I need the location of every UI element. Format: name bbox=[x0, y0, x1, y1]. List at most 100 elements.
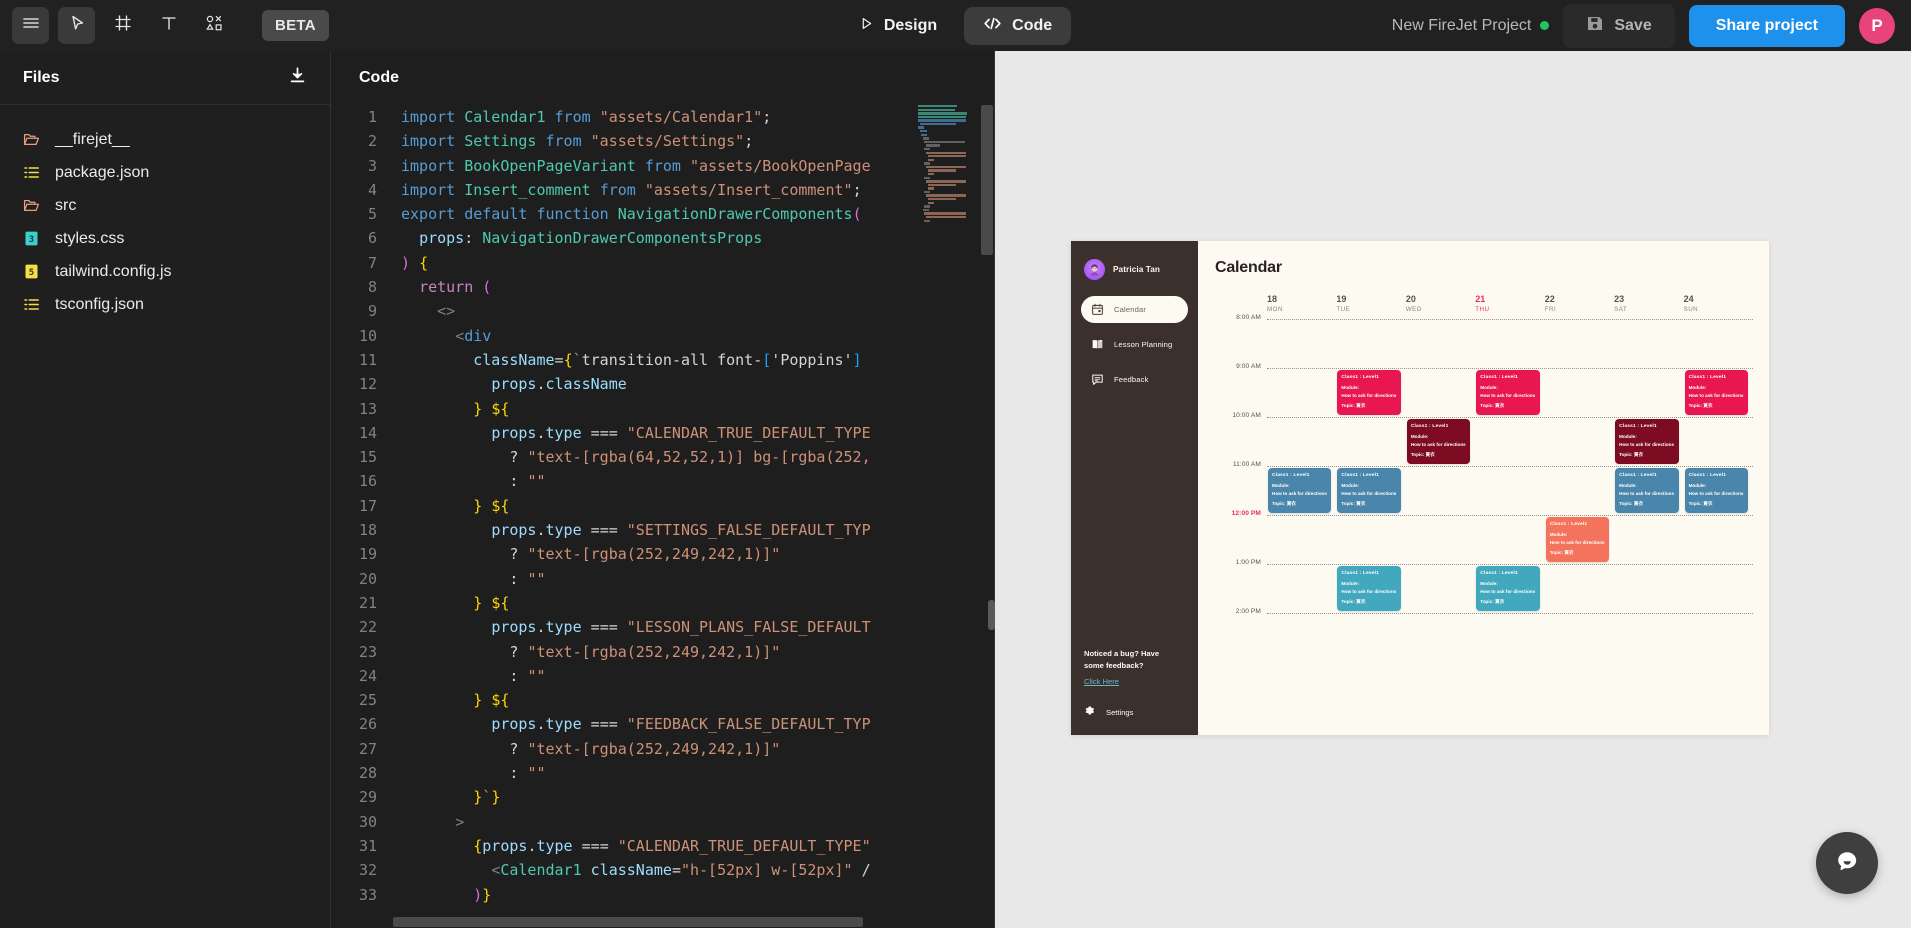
beta-badge[interactable]: BETA bbox=[262, 10, 329, 41]
event-title: Class1 : Level1 bbox=[1341, 374, 1380, 380]
code-line: 33 )} bbox=[331, 883, 994, 907]
code-line-text: import Settings from "assets/Settings"; bbox=[401, 132, 754, 151]
drawer-item-calendar[interactable]: Calendar bbox=[1081, 296, 1188, 323]
event-module-value: How to ask for directions bbox=[1619, 490, 1675, 496]
download-button[interactable] bbox=[288, 66, 307, 90]
file-item-tailwind-config-js[interactable]: 5 tailwind.config.js bbox=[0, 255, 330, 288]
save-button[interactable]: Save bbox=[1563, 3, 1675, 48]
file-item-styles-css[interactable]: 3 styles.css bbox=[0, 222, 330, 255]
code-horizontal-scroll-thumb[interactable] bbox=[393, 917, 863, 927]
calendar-event[interactable]: Class1 : Level1 Module: How to ask for dir… bbox=[1545, 516, 1610, 562]
code-line-number: 16 bbox=[358, 472, 377, 491]
calendar-event[interactable]: Class1 : Level1 Module: How to ask for dir… bbox=[1476, 565, 1540, 611]
code-horizontal-scrollbar[interactable] bbox=[331, 916, 980, 928]
event-module-value: How to ask for directions bbox=[1688, 490, 1744, 496]
code-line: 6 props: NavigationDrawerComponentsProps bbox=[331, 226, 994, 250]
text-tool-button[interactable] bbox=[150, 7, 187, 44]
calendar-event[interactable]: Class1 : Level1 Module: How to ask for dir… bbox=[1684, 467, 1748, 513]
code-editor[interactable]: 1 import Calendar1 from "assets/Calendar1… bbox=[331, 105, 994, 928]
event-topic: Topic: 買衣 bbox=[1480, 598, 1505, 604]
day-name: SAT bbox=[1614, 306, 1628, 313]
hamburger-menu-icon bbox=[21, 13, 41, 38]
code-line: 1 import Calendar1 from "assets/Calendar1… bbox=[331, 105, 994, 129]
calendar-grid[interactable]: 18 MON 19 TUE 20 WED 21 THU 22 FRI 23 SAT 24 SUN 8:00 … bbox=[1215, 293, 1753, 729]
event-title: Class1 : Level1 bbox=[1480, 570, 1518, 576]
day-header-tue[interactable]: 19 TUE bbox=[1336, 293, 1406, 315]
project-name[interactable]: New FireJet Project bbox=[1392, 17, 1550, 35]
tab-code[interactable]: Code bbox=[964, 6, 1072, 45]
file-item-label: styles.css bbox=[55, 229, 125, 247]
drawer-item-feedback[interactable]: Feedback bbox=[1081, 366, 1188, 393]
components-tool-button[interactable] bbox=[196, 7, 233, 44]
file-item--firejet-[interactable]: __firejet__ bbox=[0, 123, 330, 156]
code-line: 12 props.className bbox=[331, 372, 994, 396]
file-item-src[interactable]: src bbox=[0, 189, 330, 222]
cursor-select-button[interactable] bbox=[58, 7, 95, 44]
calendar-event[interactable]: Class1 : Level1 Module: How to ask for dir… bbox=[1615, 418, 1679, 464]
calendar-event[interactable]: Class1 : Level1 Module: How to ask for dir… bbox=[1337, 467, 1401, 513]
event-module-label: Module: bbox=[1619, 434, 1637, 439]
event-title: Class1 : Level1 bbox=[1272, 472, 1310, 478]
drawer-item-lesson-planning[interactable]: Lesson Planning bbox=[1081, 331, 1188, 358]
avatar[interactable]: P bbox=[1859, 7, 1895, 44]
calendar-event[interactable]: Class1 : Level1 Module: How to ask for dir… bbox=[1684, 369, 1748, 415]
day-header-sat[interactable]: 23 SAT bbox=[1614, 293, 1684, 315]
code-line: 5 export default function NavigationDrawe… bbox=[331, 202, 994, 226]
code-line-number: 10 bbox=[358, 326, 377, 345]
code-line-text: : "" bbox=[509, 764, 546, 783]
calendar-event[interactable]: Class1 : Level1 Module: How to ask for dir… bbox=[1615, 467, 1679, 513]
components-icon bbox=[204, 13, 225, 39]
day-header-fri[interactable]: 22 FRI bbox=[1545, 293, 1615, 315]
panel-resize-handle[interactable] bbox=[988, 600, 995, 630]
calendar-event[interactable]: Class1 : Level1 Module: How to ask for dir… bbox=[1268, 467, 1332, 513]
event-topic: Topic: 買衣 bbox=[1341, 598, 1366, 604]
hour-gridline bbox=[1267, 564, 1753, 565]
tab-design[interactable]: Design bbox=[840, 7, 956, 45]
drawer-item-settings[interactable]: Settings bbox=[1084, 703, 1190, 721]
calendar-event[interactable]: Class1 : Level1 Module: How to ask for dir… bbox=[1476, 369, 1540, 415]
hour-gridline bbox=[1267, 515, 1753, 516]
event-module-value: How to ask for directions bbox=[1410, 441, 1466, 447]
code-line-number: 3 bbox=[367, 156, 377, 175]
code-line-number: 2 bbox=[367, 132, 377, 151]
code-line-number: 9 bbox=[367, 302, 377, 321]
frame-tool-button[interactable] bbox=[104, 7, 141, 44]
day-header-wed[interactable]: 20 WED bbox=[1406, 293, 1476, 315]
share-project-button[interactable]: Share project bbox=[1688, 4, 1845, 47]
cursor-select-icon bbox=[67, 13, 87, 38]
calendar-event[interactable]: Class1 : Level1 Module: How to ask for dir… bbox=[1406, 418, 1471, 464]
calendar-event[interactable]: Class1 : Level1 Module: How to ask for dir… bbox=[1337, 369, 1401, 415]
event-topic: Topic: 買衣 bbox=[1549, 549, 1574, 555]
code-line-text: <Calendar1 className="h-[52px] w-[52px]"… bbox=[491, 861, 871, 880]
file-item-package-json[interactable]: package.json bbox=[0, 156, 330, 189]
code-line: 20 : "" bbox=[331, 567, 994, 591]
code-panel-title: Code bbox=[359, 69, 399, 86]
code-line: 11 className={`transition-all font-['Pop… bbox=[331, 348, 994, 372]
settings-label: Settings bbox=[1106, 707, 1134, 717]
hamburger-menu-button[interactable] bbox=[12, 7, 49, 44]
code-line-text: props.type === "LESSON_PLANS_FALSE_DEFAU… bbox=[491, 618, 871, 637]
file-item-tsconfig-json[interactable]: tsconfig.json bbox=[0, 288, 330, 321]
day-header-mon[interactable]: 18 MON bbox=[1267, 293, 1337, 315]
code-line: 23 ? "text-[rgba(252,249,242,1)]" bbox=[331, 640, 994, 664]
day-header-sun[interactable]: 24 SUN bbox=[1684, 293, 1754, 315]
code-vertical-scrollbar[interactable] bbox=[980, 105, 994, 928]
code-line-number: 11 bbox=[358, 350, 377, 369]
tab-code-label: Code bbox=[1012, 16, 1053, 34]
hour-label: 10:00 AM bbox=[1232, 412, 1261, 419]
day-header-thu[interactable]: 21 THU bbox=[1475, 293, 1545, 315]
code-line-number: 23 bbox=[358, 642, 377, 661]
play-triangle-icon bbox=[859, 16, 874, 36]
calendar-event[interactable]: Class1 : Level1 Module: How to ask for dir… bbox=[1337, 565, 1401, 611]
preview-canvas[interactable]: Patricia Tan Calendar Lesson Planning Feed… bbox=[995, 51, 1911, 928]
chat-widget-button[interactable] bbox=[1816, 832, 1878, 894]
code-line-number: 18 bbox=[358, 521, 377, 540]
event-topic: Topic: 買衣 bbox=[1341, 402, 1366, 408]
code-vertical-scroll-thumb[interactable] bbox=[981, 105, 993, 255]
event-module-value: How to ask for directions bbox=[1619, 441, 1675, 447]
comment-icon bbox=[1091, 373, 1104, 386]
drawer-user[interactable]: Patricia Tan bbox=[1071, 259, 1198, 280]
code-line-number: 30 bbox=[358, 812, 377, 831]
bug-report-link[interactable]: Click Here bbox=[1084, 677, 1119, 686]
code-line: 2 import Settings from "assets/Settings"; bbox=[331, 129, 994, 153]
